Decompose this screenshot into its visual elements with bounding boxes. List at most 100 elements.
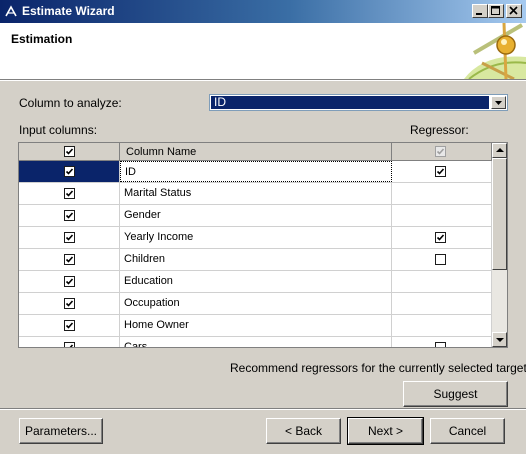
checkmark-icon [65, 322, 74, 329]
input-cell[interactable] [19, 249, 120, 270]
input-cell[interactable] [19, 161, 120, 182]
column-name-cell[interactable]: Home Owner [120, 315, 392, 336]
scroll-up-button[interactable] [492, 143, 507, 158]
table-row[interactable]: Marital Status [19, 183, 492, 205]
checkmark-icon [67, 344, 74, 347]
table-row[interactable]: Yearly Income [19, 227, 492, 249]
arrow-up-icon [496, 148, 504, 152]
input-cell[interactable] [19, 183, 120, 204]
regressor-cell[interactable] [392, 227, 492, 248]
column-to-analyze-dropdown[interactable]: ID [209, 94, 508, 111]
input-checkbox[interactable] [64, 320, 75, 331]
column-name-text: ID [125, 166, 136, 178]
column-name-cell[interactable]: Yearly Income [120, 227, 392, 248]
regressor-checkbox[interactable] [435, 232, 446, 243]
regressor-cell [392, 315, 492, 336]
column-name-text: Occupation [124, 297, 180, 309]
column-name-cell[interactable]: Marital Status [120, 183, 392, 204]
estimate-wizard-window: Estimate Wizard Estimation Column to ana… [0, 0, 526, 454]
regressor-header-checkbox [435, 146, 446, 157]
next-button[interactable]: Next > [347, 417, 424, 445]
back-button[interactable]: < Back [266, 418, 341, 444]
input-checkbox[interactable] [64, 254, 75, 265]
column-name-cell[interactable]: ID [120, 161, 392, 182]
regressor-cell[interactable] [392, 161, 492, 182]
table-row[interactable]: Children [19, 249, 492, 271]
checkmark-icon [65, 300, 74, 307]
column-name-header-text: Column Name [126, 146, 197, 158]
input-columns-grid[interactable]: Column Name ID Marital Status Gender Yearly… [18, 142, 508, 348]
regressor-cell [392, 271, 492, 292]
column-name-cell[interactable]: Cars [120, 337, 392, 348]
input-cell[interactable] [19, 205, 120, 226]
input-cell[interactable] [19, 271, 120, 292]
title-bar[interactable]: Estimate Wizard [0, 0, 526, 23]
grid-scrollbar[interactable] [492, 143, 507, 347]
input-checkbox[interactable] [64, 298, 75, 309]
input-cell[interactable] [19, 315, 120, 336]
column-name-text: Marital Status [124, 187, 192, 199]
column-name-cell[interactable]: Gender [120, 205, 392, 226]
regressor-checkbox[interactable] [435, 166, 446, 177]
select-all-checkbox[interactable] [64, 146, 75, 157]
column-name-cell[interactable]: Education [120, 271, 392, 292]
column-name-cell[interactable]: Occupation [120, 293, 392, 314]
parameters-button[interactable]: Parameters... [19, 418, 103, 444]
table-row[interactable]: Education [19, 271, 492, 293]
suggest-button[interactable]: Suggest [403, 381, 508, 407]
input-cell[interactable] [19, 337, 120, 347]
regressor-checkbox[interactable] [435, 342, 446, 347]
regressor-cell [392, 183, 492, 204]
column-name-text: Home Owner [124, 319, 189, 331]
column-name-text: Yearly Income [124, 231, 194, 243]
input-checkbox[interactable] [64, 210, 75, 221]
input-columns-label: Input columns: [19, 123, 98, 137]
checkmark-icon [436, 234, 445, 241]
table-row[interactable]: Occupation [19, 293, 492, 315]
maximize-button[interactable] [488, 4, 504, 18]
regressor-cell[interactable] [392, 249, 492, 270]
input-checkbox[interactable] [64, 276, 75, 287]
regressor-cell[interactable] [392, 337, 492, 347]
input-cell[interactable] [19, 227, 120, 248]
column-name-text: Children [124, 253, 165, 265]
header-separator [0, 80, 526, 81]
cancel-button[interactable]: Cancel [430, 418, 505, 444]
dropdown-arrow-button[interactable] [491, 96, 506, 109]
checkmark-icon [65, 212, 74, 219]
table-row[interactable]: Gender [19, 205, 492, 227]
checkmark-icon [65, 256, 74, 263]
table-row[interactable]: Home Owner [19, 315, 492, 337]
dropdown-selected-value: ID [211, 96, 489, 109]
table-row[interactable]: Cars [19, 337, 492, 348]
scroll-thumb[interactable] [492, 158, 507, 270]
column-name-text: Education [124, 275, 173, 287]
input-checkbox[interactable] [64, 188, 75, 199]
maximize-icon [491, 6, 500, 15]
input-checkbox[interactable] [64, 342, 75, 347]
input-checkbox[interactable] [64, 166, 75, 177]
close-button[interactable] [506, 4, 522, 18]
grid-rows: ID Marital Status Gender Yearly Income Child… [19, 161, 492, 348]
header-column-name[interactable]: Column Name [120, 143, 392, 160]
table-row[interactable]: ID [19, 161, 492, 183]
column-name-text: Cars [124, 341, 148, 348]
minimize-button[interactable] [472, 4, 488, 18]
regressor-checkbox[interactable] [435, 254, 446, 265]
header-select-all-cell[interactable] [19, 143, 120, 160]
regressor-cell [392, 205, 492, 226]
wizard-header: Estimation [0, 23, 526, 80]
input-checkbox[interactable] [64, 232, 75, 243]
scroll-down-button[interactable] [492, 332, 507, 347]
page-title: Estimation [11, 32, 73, 46]
column-name-text: Gender [124, 209, 161, 221]
chevron-down-icon [495, 101, 502, 105]
checkmark-icon [65, 148, 74, 155]
checkmark-icon [65, 168, 74, 175]
checkmark-icon [65, 190, 74, 197]
checkmark-icon [65, 234, 74, 241]
header-regressor-cell [392, 143, 492, 160]
network-node-icon [464, 23, 526, 79]
input-cell[interactable] [19, 293, 120, 314]
column-name-cell[interactable]: Children [120, 249, 392, 270]
